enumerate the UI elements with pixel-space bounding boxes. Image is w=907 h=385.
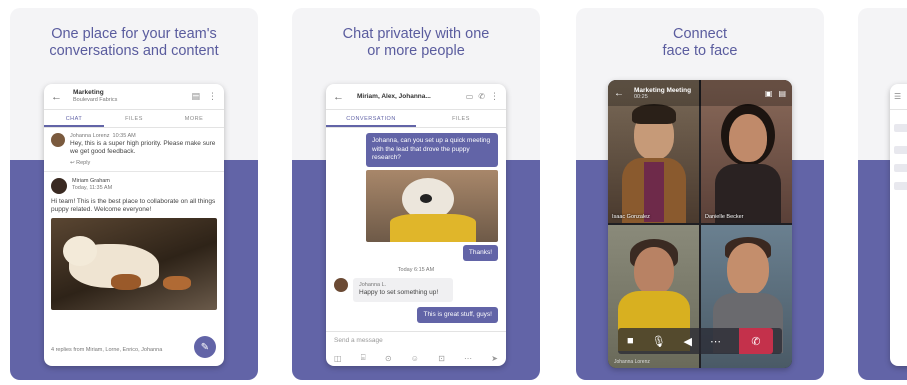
- card-private-chat: Chat privately with one or more people ←…: [292, 8, 540, 380]
- send-icon[interactable]: ➤: [491, 354, 498, 363]
- compose-area: Send a message ◫ ⌸ ⊙ ☺ ⊡ ⋯ ➤: [326, 331, 506, 366]
- more-icon[interactable]: ⋮: [208, 91, 217, 102]
- phone-icon[interactable]: ✆: [478, 92, 485, 101]
- end-call-icon[interactable]: ✆: [738, 328, 773, 354]
- message-bubble: Johanna, can you set up a quick meeting …: [366, 133, 498, 167]
- channel-info-icon[interactable]: ▤: [191, 91, 200, 102]
- participant-name: Isaac Gonzalez: [612, 214, 650, 220]
- call-header: ← Marketing Meeting 00:25 ▣ ▤: [608, 80, 792, 106]
- replies-summary[interactable]: 4 replies from Miriam, Lorne, Enrico, Jo…: [51, 347, 181, 354]
- message-group-me-2: This is great stuff, guys!: [326, 302, 506, 323]
- attach-icon[interactable]: ⌸: [361, 353, 366, 363]
- card-title-line2: or more people: [367, 43, 465, 59]
- post-time: Today, 11:35 AM: [72, 185, 113, 191]
- tab-files[interactable]: FILES: [416, 110, 506, 127]
- chat-icon[interactable]: ▤: [778, 89, 786, 98]
- message-bubble: This is great stuff, guys!: [417, 306, 498, 323]
- channel-name: Marketing: [73, 89, 104, 96]
- reply-label: Reply: [76, 160, 91, 166]
- more-icon[interactable]: ⋮: [490, 91, 499, 102]
- call-controls: ■ 🎙︎ ◀ ⋯ ✆: [618, 328, 782, 354]
- more-icon[interactable]: ⋯: [710, 335, 721, 348]
- speaker-icon[interactable]: ◀: [684, 335, 692, 348]
- video-call-screen: ← Marketing Meeting 00:25 ▣ ▤ Isaac Gonz…: [608, 80, 792, 368]
- card-team-conversations: One place for your team's conversations …: [10, 8, 258, 380]
- post-text: Hey, this is a super high priority. Plea…: [70, 140, 216, 155]
- participants-icon[interactable]: ▣: [765, 89, 773, 98]
- message-bubble: Thanks!: [462, 244, 498, 261]
- video-icon[interactable]: ▭: [466, 92, 474, 101]
- camera-icon[interactable]: ⊙: [385, 354, 392, 363]
- post-time: 10:35 AM: [112, 133, 136, 139]
- card-video-call: Connect face to face ← Marketing Meeting…: [576, 8, 824, 380]
- format-icon[interactable]: ◫: [334, 354, 342, 363]
- meeting-title: Marketing Meeting: [634, 86, 692, 94]
- card-partial: ☰: [858, 8, 907, 380]
- avatar: [51, 133, 65, 147]
- card-title-line1: Connect: [672, 26, 727, 42]
- tab-chat[interactable]: CHAT: [44, 110, 104, 127]
- menu-icon[interactable]: ☰: [890, 84, 907, 110]
- gif-icon[interactable]: ⊡: [438, 354, 445, 363]
- channel-tabs: CHAT FILES MORE: [44, 110, 224, 128]
- tab-conversation[interactable]: CONVERSATION: [326, 110, 416, 127]
- phone-mockup: ← Miriam, Alex, Johanna... ▭ ✆ ⋮ CONVERS…: [326, 84, 506, 366]
- message-author: Johanna L.: [359, 282, 387, 288]
- video-icon[interactable]: ■: [627, 335, 634, 347]
- post-1: Johanna Lorenz 10:35 AM Hey, this is a s…: [44, 128, 224, 158]
- compose-toolbar: ◫ ⌸ ⊙ ☺ ⊡ ⋯ ➤: [326, 350, 506, 366]
- back-arrow-icon[interactable]: ←: [614, 88, 628, 99]
- dog-photo: [366, 169, 498, 242]
- message-group-them: Johanna L. Happy to set something up!: [326, 274, 506, 302]
- participant-name: Danielle Becker: [705, 214, 744, 220]
- chat-tabs: CONVERSATION FILES: [326, 110, 506, 128]
- meeting-timer: 00:25: [634, 93, 648, 100]
- avatar: [334, 278, 348, 292]
- tab-files[interactable]: FILES: [104, 110, 164, 127]
- message-text: Happy to set something up!: [359, 289, 439, 296]
- message-input[interactable]: Send a message: [326, 332, 506, 350]
- channel-subtitle: Boulevard Fabrics: [73, 97, 118, 103]
- back-arrow-icon[interactable]: ←: [51, 91, 65, 103]
- reply-link[interactable]: ↩ Reply: [44, 158, 224, 172]
- card-title: Chat privately with one or more people: [292, 26, 540, 60]
- phone-mockup: ☰: [890, 84, 907, 366]
- more-icon[interactable]: ⋯: [464, 354, 472, 363]
- phone-mockup: ← Marketing Boulevard Fabrics ▤ ⋮ CHAT F…: [44, 84, 224, 366]
- tab-more[interactable]: MORE: [164, 110, 224, 127]
- card-title: Connect face to face: [576, 26, 824, 60]
- card-title-line2: conversations and content: [49, 43, 219, 59]
- card-title-line1: Chat privately with one: [342, 26, 490, 42]
- card-title-line1: One place for your team's: [51, 26, 217, 42]
- message-group-me: Johanna, can you set up a quick meeting …: [326, 128, 506, 261]
- card-title-line2: face to face: [662, 43, 738, 59]
- card-title: One place for your team's conversations …: [10, 26, 258, 60]
- time-separator: Today 6:15 AM: [397, 267, 435, 273]
- chat-header: ← Miriam, Alex, Johanna... ▭ ✆ ⋮: [326, 84, 506, 110]
- channel-header: ← Marketing Boulevard Fabrics ▤ ⋮: [44, 84, 224, 110]
- emoji-icon[interactable]: ☺: [411, 354, 419, 363]
- back-arrow-icon[interactable]: ←: [333, 91, 347, 103]
- post-2: Miriam Graham Today, 11:35 AM: [44, 172, 224, 196]
- chat-name: Miriam, Alex, Johanna...: [357, 92, 431, 100]
- post-author: Johanna Lorenz: [70, 133, 110, 139]
- app-store-screenshot-strip: One place for your team's conversations …: [0, 0, 907, 385]
- mic-icon[interactable]: 🎙︎: [652, 335, 666, 348]
- dog-photo: [51, 218, 217, 310]
- self-name: Johanna Lorenz: [614, 359, 650, 365]
- avatar: [51, 178, 67, 194]
- compose-icon[interactable]: ✎: [194, 336, 216, 358]
- post-text: Hi team! This is the best place to colla…: [51, 198, 216, 213]
- post-author: Miriam Graham: [72, 178, 110, 184]
